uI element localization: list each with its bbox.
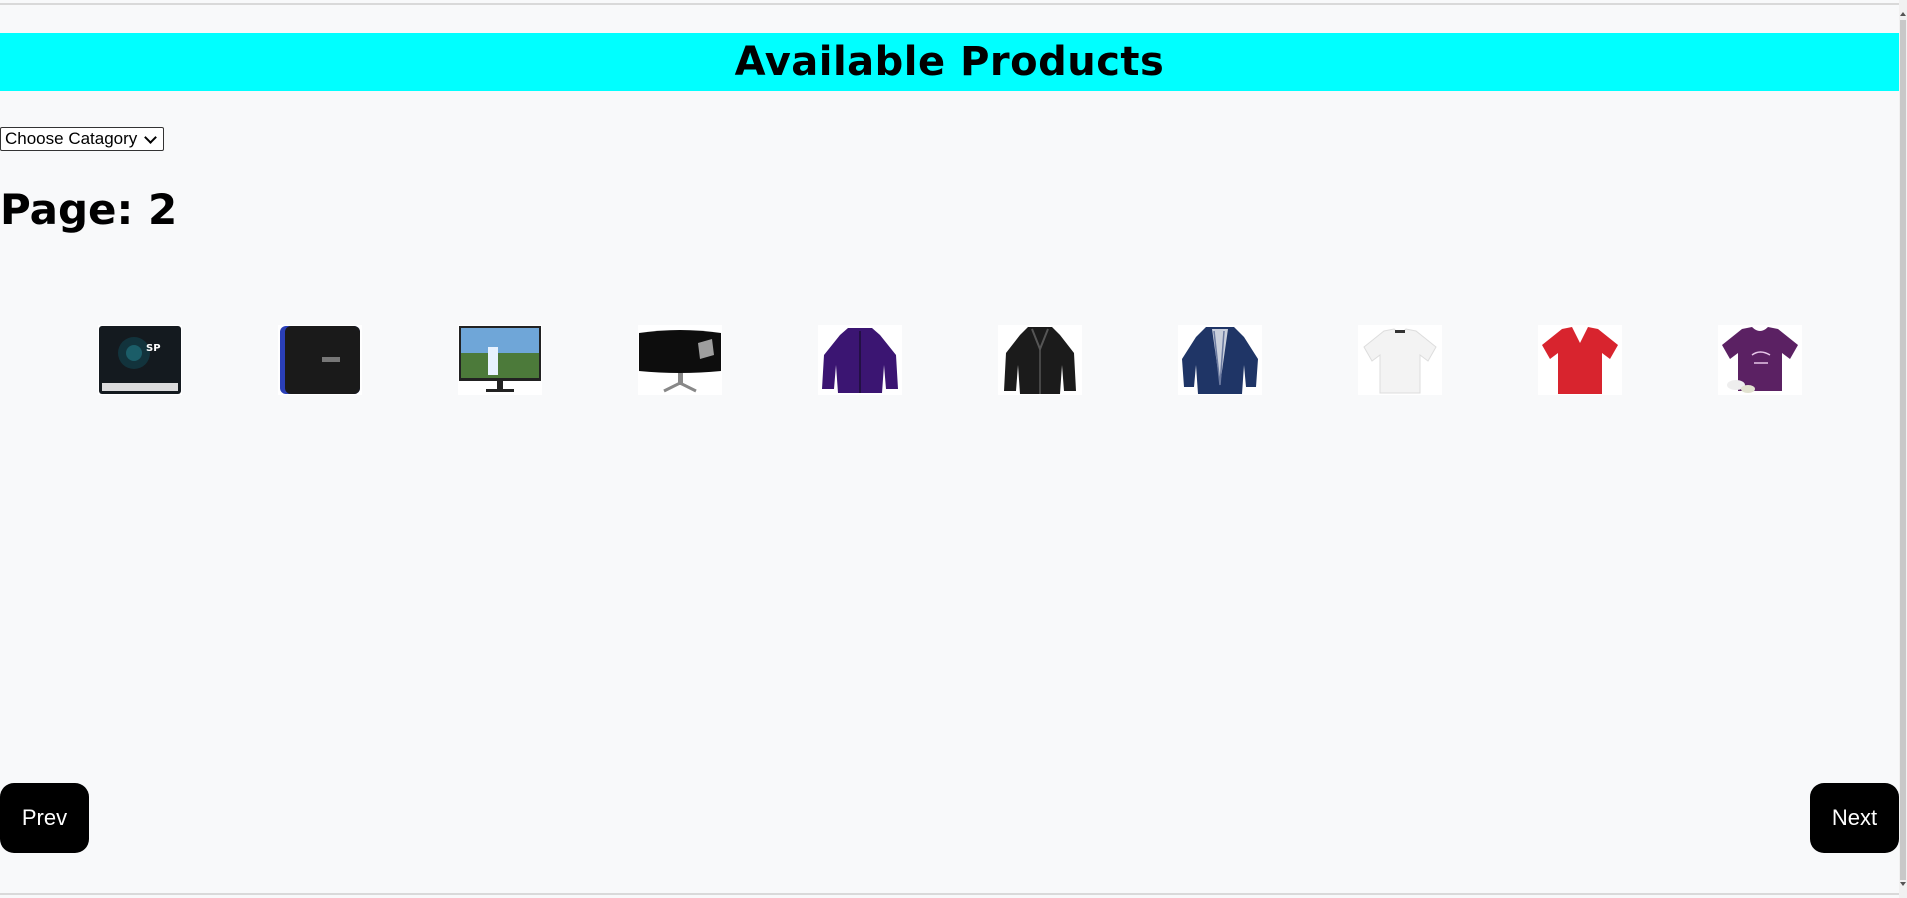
product-navy-blazer[interactable] (1178, 325, 1262, 395)
header-banner: Available Products (0, 33, 1899, 91)
product-red-tshirt[interactable] (1538, 325, 1622, 395)
chevron-down-icon (144, 130, 158, 144)
product-purple-tshirt[interactable] (1718, 325, 1802, 395)
jacket-icon (822, 328, 898, 393)
product-external-hard-drive[interactable] (278, 325, 362, 395)
tshirt-icon (1722, 327, 1798, 393)
page-number: Page: 2 (0, 185, 178, 234)
svg-text:SP: SP (146, 343, 161, 354)
product-list: SP (0, 325, 1899, 395)
category-select[interactable]: Choose Catagory (0, 127, 165, 151)
scroll-down-icon[interactable] (1900, 882, 1906, 886)
page-title: Available Products (734, 39, 1165, 85)
jacket-icon (1004, 327, 1076, 394)
blazer-icon (1182, 327, 1258, 394)
tshirt-icon (1542, 327, 1618, 394)
hard-drive-icon (280, 326, 360, 394)
bottom-divider (0, 893, 1899, 895)
product-white-tshirt[interactable] (1358, 325, 1442, 395)
scroll-up-icon[interactable] (1900, 12, 1906, 16)
product-black-leather-jacket[interactable] (998, 325, 1082, 395)
curved-monitor-icon (639, 330, 721, 393)
top-divider (0, 3, 1907, 5)
monitor-icon (459, 326, 541, 392)
product-purple-jacket[interactable] (818, 325, 902, 395)
scrollbar-thumb[interactable] (1900, 20, 1906, 880)
vertical-scrollbar[interactable] (1899, 0, 1907, 898)
product-monitor[interactable] (458, 325, 542, 395)
prev-button[interactable]: Prev (0, 783, 89, 853)
page: Available Products Choose Catagory Page:… (0, 0, 1907, 898)
product-curved-monitor[interactable] (638, 325, 722, 395)
ssd-icon: SP (99, 326, 181, 394)
category-select-value: Choose Catagory (5, 129, 138, 148)
next-button[interactable]: Next (1810, 783, 1899, 853)
product-ssd-drive[interactable]: SP (98, 325, 182, 395)
tshirt-icon (1363, 328, 1437, 394)
